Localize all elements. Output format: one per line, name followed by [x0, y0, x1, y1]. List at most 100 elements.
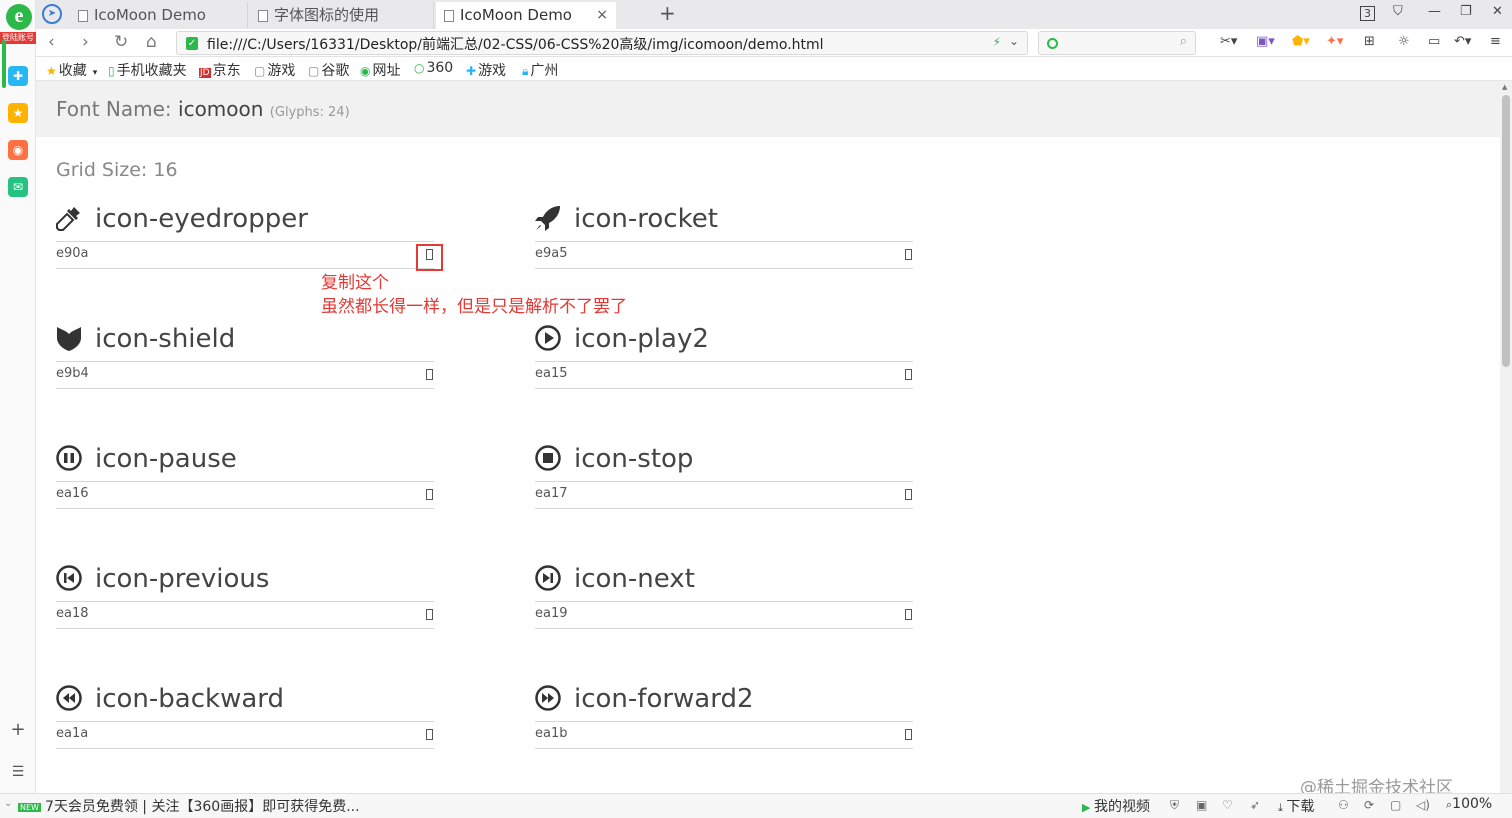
glyph-code[interactable]: ea1b [535, 726, 568, 741]
page-header: Font Name: icomoon (Glyphs: 24) [36, 81, 1500, 137]
apps-grid-icon[interactable]: ⊞ [1364, 34, 1375, 49]
new-tab-button[interactable]: + [659, 0, 676, 27]
address-bar[interactable]: ✓ file:///C:/Users/16331/Desktop/前端汇总/02… [176, 31, 1028, 55]
user-icon[interactable]: ⚇ [1338, 798, 1349, 812]
undo-icon[interactable]: ↶▾ [1454, 34, 1471, 49]
glyph-card: icon-forward2 ea1b [535, 683, 913, 753]
glyph-code[interactable]: ea18 [56, 606, 89, 621]
glyph-preview-box[interactable] [426, 729, 433, 740]
sidebar-weibo-icon[interactable]: ◉ [8, 140, 28, 160]
my-video-button[interactable]: ▶ 我的视频 [1082, 796, 1150, 816]
browser-sidebar: e 登陆账号 ✚ ★ ◉ ✉ + ☰ [0, 0, 36, 818]
download-button[interactable]: ⤓ 下载 [1278, 796, 1314, 816]
minimize-icon[interactable]: — [1428, 4, 1441, 19]
bookmark-sites[interactable]: ◉ 网址 [360, 60, 400, 80]
sidebar-menu-icon[interactable]: ☰ [8, 762, 28, 782]
search-icon[interactable]: ⌕ [1180, 34, 1187, 49]
battery-icon[interactable]: ▭ [1428, 34, 1440, 49]
bookmark-games[interactable]: ▢ 游戏 [254, 60, 295, 80]
glyph-preview-box[interactable] [426, 369, 433, 380]
search-engine-icon [1047, 38, 1058, 49]
eyedropper-icon [56, 207, 80, 231]
speed-bolt-icon[interactable]: ⚡ [993, 35, 1001, 49]
chevron-down-icon[interactable]: ⌄ [1009, 34, 1019, 48]
scroll-up-icon[interactable]: ▲ [1502, 83, 1507, 91]
bookmark-mobile[interactable]: ▯ 手机收藏夹 [108, 60, 187, 80]
glyph-code[interactable]: ea17 [535, 486, 568, 501]
phone-icon: ▯ [108, 64, 115, 78]
sidebar-app-icon[interactable]: ✚ [8, 66, 28, 86]
status-bar: ⌄ NEW 7天会员免费领 | 关注【360画报】即可获得免费... ▶ 我的视频… [0, 793, 1512, 818]
glyph-preview-box[interactable] [905, 729, 912, 740]
volume-icon[interactable]: ◁) [1416, 798, 1430, 812]
shirt-skin-icon[interactable]: ⛉ [1393, 4, 1403, 19]
sidebar-favorites-icon[interactable]: ★ [8, 103, 28, 123]
glyph-preview-box[interactable] [905, 609, 912, 620]
glyph-card: icon-pause ea16 [56, 443, 434, 513]
tab-label: IcoMoon Demo [460, 6, 572, 24]
glyph-preview-box[interactable] [426, 609, 433, 620]
address-text[interactable]: file:///C:/Users/16331/Desktop/前端汇总/02-C… [207, 34, 824, 54]
glyph-preview-box[interactable] [905, 489, 912, 500]
tab-icomoon-demo-active[interactable]: IcoMoon Demo × [436, 2, 616, 29]
translate-icon[interactable]: ▣▾ [1256, 34, 1275, 49]
glyph-code-row: ea17 [535, 481, 913, 509]
vertical-scrollbar[interactable]: ▲ [1500, 81, 1512, 793]
tab-close-icon[interactable]: × [596, 2, 608, 29]
annotation-note: 复制这个 虽然都长得一样，但是只是解析不了罢了 [321, 271, 627, 319]
glyph-name: icon-rocket [574, 204, 718, 234]
home-icon[interactable]: ⌂ [146, 32, 157, 52]
sidebar-mail-icon[interactable]: ✉ [8, 177, 28, 197]
image-icon[interactable]: ▣ [1196, 798, 1207, 812]
bookmark-google[interactable]: ▢ 谷歌 [308, 60, 349, 80]
zoom-control[interactable]: ⌕100% [1446, 796, 1492, 812]
bookmark-360[interactable]: ○ 360 [414, 60, 453, 76]
brightness-icon[interactable]: ☼ [1398, 34, 1410, 49]
forward-icon[interactable]: › [82, 32, 89, 52]
glyph-code[interactable]: ea15 [535, 366, 568, 381]
heart-icon[interactable]: ♡ [1222, 798, 1233, 812]
360-icon: ○ [414, 61, 425, 75]
tab-strip: ➤ IcoMoon Demo 字体图标的使用 IcoMoon Demo × + … [36, 0, 1512, 29]
glyph-name: icon-forward2 [574, 684, 754, 714]
back-icon[interactable]: ‹ [48, 32, 55, 52]
browser-home-icon[interactable]: ➤ [42, 4, 62, 24]
glyph-code[interactable]: e90a [56, 246, 89, 261]
glyph-code-row: ea1b [535, 721, 913, 749]
news-ticker[interactable]: NEW 7天会员免费领 | 关注【360画报】即可获得免费... [18, 796, 360, 816]
menu-icon[interactable]: ≡ [1490, 34, 1501, 49]
sidebar-add-icon[interactable]: + [8, 720, 28, 740]
bookmark-favorites[interactable]: ★ 收藏 ▾ [46, 60, 97, 80]
glyph-card: icon-play2 ea15 [535, 323, 913, 393]
rocket-speed-icon[interactable]: ➶ [1250, 798, 1260, 812]
coupon-icon[interactable]: ⬟▾ [1292, 34, 1310, 49]
glyph-code[interactable]: ea16 [56, 486, 89, 501]
restore-icon[interactable]: ❐ [1460, 4, 1472, 19]
window-close-icon[interactable]: ✕ [1492, 4, 1503, 19]
tab-count-badge[interactable]: 3 [1360, 6, 1375, 21]
glyph-preview-box[interactable] [905, 369, 912, 380]
screen-icon[interactable]: ▢ [1390, 798, 1401, 812]
scrollbar-thumb[interactable] [1502, 95, 1510, 367]
search-box[interactable]: ⌕ [1038, 31, 1196, 55]
glyph-code[interactable]: ea19 [535, 606, 568, 621]
security-icon[interactable]: ⛨ [1170, 798, 1179, 813]
chevron-down-icon[interactable]: ▾ [93, 68, 98, 78]
glyph-code[interactable]: e9a5 [535, 246, 568, 261]
glyph-code[interactable]: e9b4 [56, 366, 89, 381]
bookmark-games-2[interactable]: ✚ 游戏 [466, 60, 506, 80]
glyph-preview-box[interactable] [905, 249, 912, 260]
scissors-icon[interactable]: ✂▾ [1220, 34, 1237, 49]
refresh-icon[interactable]: ↻ [114, 32, 128, 52]
sidebar-active-indicator [2, 40, 6, 88]
tab-font-icon-usage[interactable]: 字体图标的使用 [250, 2, 434, 29]
glyph-code[interactable]: ea1a [56, 726, 88, 741]
tab-icomoon-demo-1[interactable]: IcoMoon Demo [70, 2, 248, 29]
chevron-down-icon[interactable]: ⌄ [4, 798, 12, 809]
glyph-preview-box[interactable] [426, 489, 433, 500]
refresh-status-icon[interactable]: ⟳ [1364, 798, 1374, 812]
game-icon[interactable]: ✦▾ [1326, 34, 1343, 49]
browser-logo-icon[interactable]: e [6, 4, 32, 30]
bookmark-jd[interactable]: JD 京东 [199, 60, 241, 80]
bookmark-guangzhou[interactable]: 🔒︎ 广州 [522, 60, 558, 80]
